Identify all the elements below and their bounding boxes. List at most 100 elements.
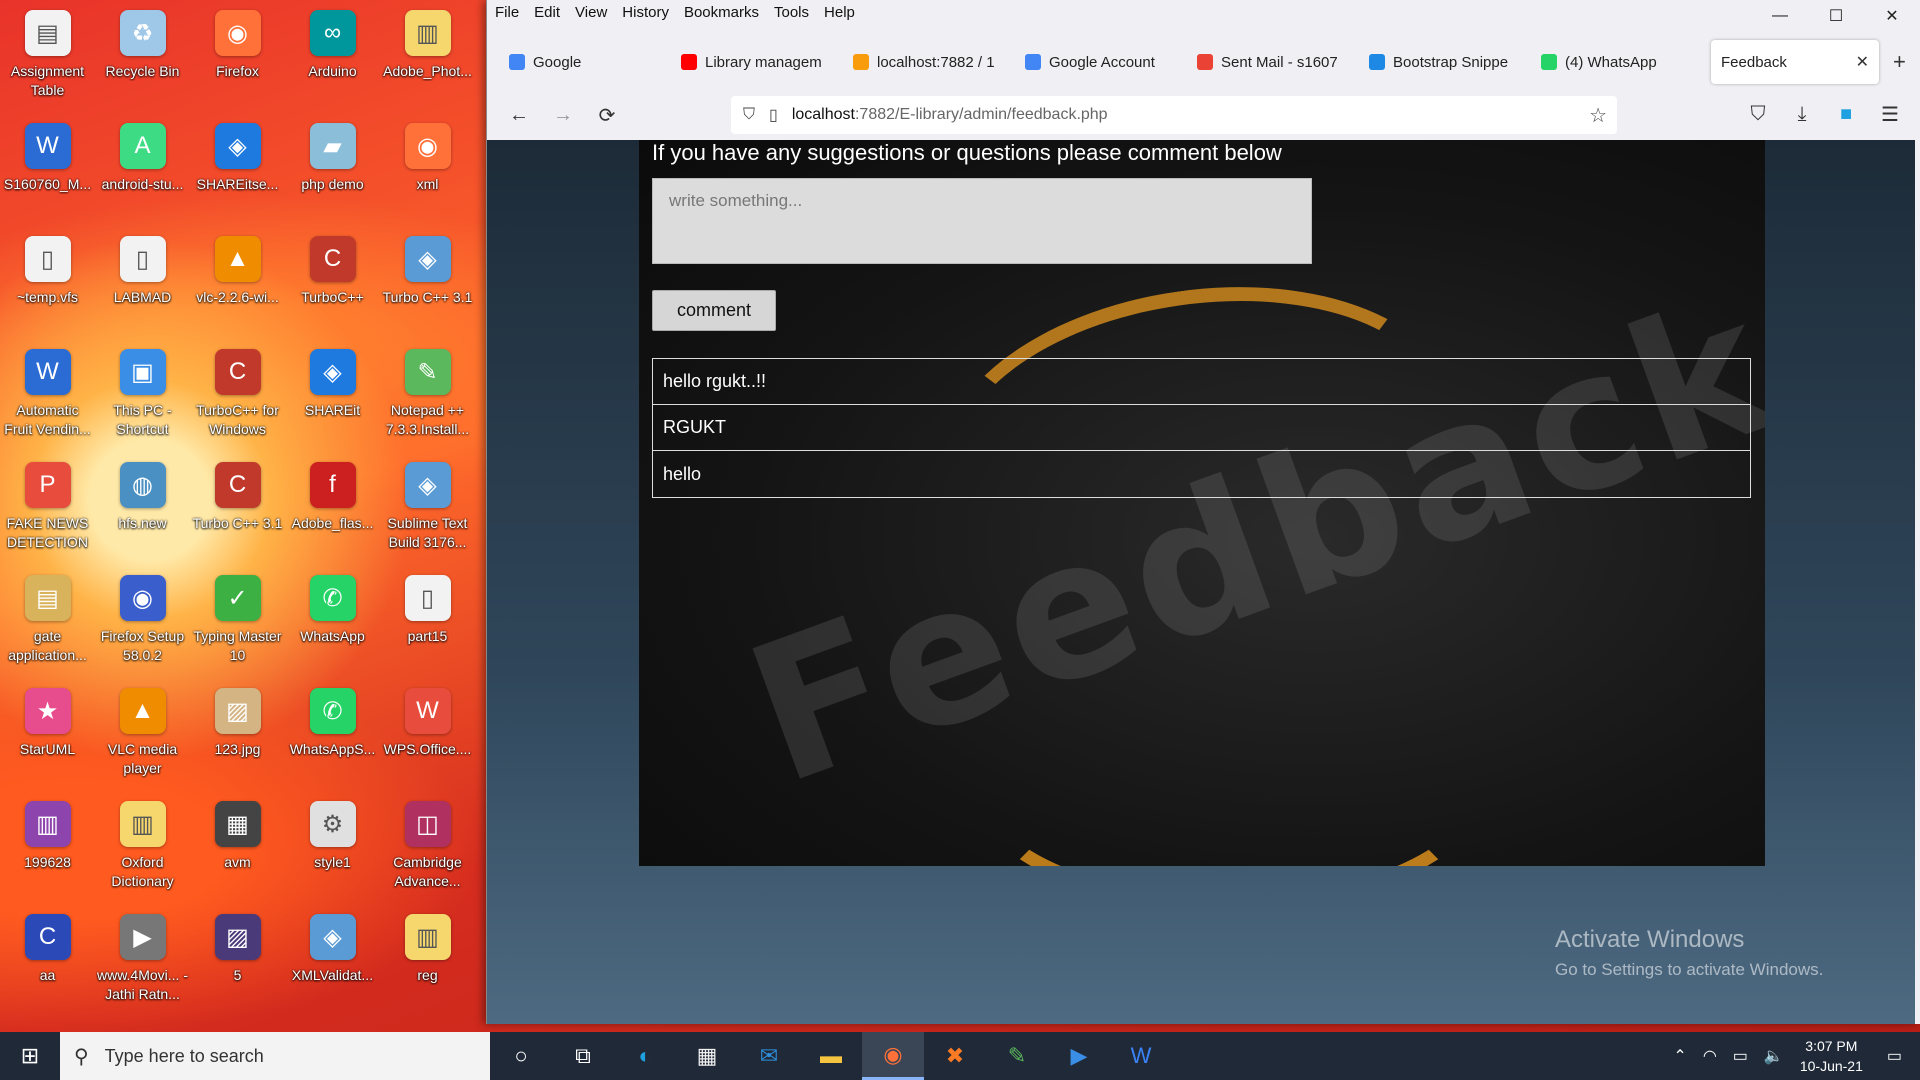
task-view-icon[interactable]: ⧉	[552, 1032, 614, 1080]
desktop-icon[interactable]: ◫ Cambridge Advance...	[380, 795, 475, 908]
volume-icon[interactable]: 🔈	[1764, 1046, 1784, 1066]
back-button[interactable]: ←	[497, 97, 541, 133]
menu-file[interactable]: File	[495, 4, 519, 21]
desktop-icon[interactable]: C TurboC++	[285, 230, 380, 343]
browser-tab[interactable]: localhost:7882 / 1	[843, 40, 1015, 84]
cortana-icon[interactable]: ○	[490, 1032, 552, 1080]
close-window-button[interactable]: ✕	[1864, 0, 1920, 32]
edge-icon[interactable]: ◐	[614, 1032, 676, 1080]
minimize-button[interactable]: —	[1752, 0, 1808, 32]
desktop-icon[interactable]: ◈ SHAREit	[285, 343, 380, 456]
address-bar[interactable]: ⛉ ▯ localhost :7882/E-library/admin/feed…	[731, 96, 1617, 134]
browser-tab[interactable]: Sent Mail - s1607	[1187, 40, 1359, 84]
desktop-icon[interactable]: ▨ 123.jpg	[190, 682, 285, 795]
desktop-icon[interactable]: ◉ xml	[380, 117, 475, 230]
downloads-icon[interactable]: ⤓	[1780, 96, 1824, 132]
wps-writer-icon[interactable]: W	[1110, 1032, 1172, 1080]
new-tab-button[interactable]: +	[1893, 49, 1906, 75]
comment-input[interactable]	[652, 178, 1312, 264]
firefox-icon[interactable]: ◉	[862, 1032, 924, 1080]
store-icon[interactable]: ▦	[676, 1032, 738, 1080]
media-player-icon[interactable]: ▶	[1048, 1032, 1110, 1080]
browser-tab[interactable]: Library managem	[671, 40, 843, 84]
desktop-icon[interactable]: W S160760_M...	[0, 117, 95, 230]
clock[interactable]: 3:07 PM 10-Jun-21	[1800, 1036, 1863, 1076]
browser-tab[interactable]: Bootstrap Snippe	[1359, 40, 1531, 84]
desktop-icon[interactable]: P FAKE NEWS DETECTION	[0, 456, 95, 569]
wifi-icon[interactable]: ◠	[1703, 1046, 1717, 1066]
desktop-icon[interactable]: ▯ LABMAD	[95, 230, 190, 343]
browser-tab[interactable]: Google Account	[1015, 40, 1187, 84]
desktop-icon[interactable]: ∞ Arduino	[285, 4, 380, 117]
comment-button[interactable]: comment	[652, 290, 776, 331]
notification-center-icon[interactable]: ▭	[1887, 1046, 1902, 1066]
desktop-icon[interactable]: ◈ Turbo C++ 3.1	[380, 230, 475, 343]
desktop-icon[interactable]: ◉ Firefox Setup 58.0.2	[95, 569, 190, 682]
menu-history[interactable]: History	[622, 4, 669, 21]
desktop-icon[interactable]: ⚙ style1	[285, 795, 380, 908]
mail-icon[interactable]: ✉	[738, 1032, 800, 1080]
desktop-icon[interactable]: ★ StarUML	[0, 682, 95, 795]
desktop-icon[interactable]: ✆ WhatsApp	[285, 569, 380, 682]
active-tab-feedback[interactable]: Feedback ✕	[1711, 40, 1879, 84]
bookmark-star-icon[interactable]: ☆	[1589, 103, 1607, 128]
maximize-button[interactable]: ☐	[1808, 0, 1864, 32]
desktop-icon[interactable]: ▨ 5	[190, 908, 285, 1021]
desktop-icon[interactable]: ▶ www.4Movi... - Jathi Ratn...	[95, 908, 190, 1021]
desktop-icon[interactable]: ▯ ~temp.vfs	[0, 230, 95, 343]
desktop-icon[interactable]: ▲ VLC media player	[95, 682, 190, 795]
desktop-icon[interactable]: ◈ XMLValidat...	[285, 908, 380, 1021]
menu-view[interactable]: View	[575, 4, 607, 21]
desktop-icon[interactable]: C TurboC++ for Windows	[190, 343, 285, 456]
menu-edit[interactable]: Edit	[534, 4, 560, 21]
desktop-icon[interactable]: ▯ part15	[380, 569, 475, 682]
desktop-icon[interactable]: ◈ SHAREitse...	[190, 117, 285, 230]
close-tab-icon[interactable]: ✕	[1844, 52, 1869, 72]
browser-tab[interactable]: Google	[499, 40, 671, 84]
desktop-icon[interactable]: ◉ Firefox	[190, 4, 285, 117]
desktop-icon[interactable]: ▥ reg	[380, 908, 475, 1021]
desktop-icon-label: LABMAD	[113, 289, 172, 305]
taskbar-search[interactable]: ⚲ Type here to search	[60, 1032, 490, 1080]
page-info-icon[interactable]: ▯	[769, 105, 778, 125]
show-hidden-icons-chevron-icon[interactable]: ⌃	[1673, 1046, 1686, 1066]
desktop-icon-label: This PC - Shortcut	[113, 402, 172, 437]
reload-button[interactable]: ⟳	[585, 97, 629, 133]
desktop-icon[interactable]: ▤ Assignment Table	[0, 4, 95, 117]
menu-help[interactable]: Help	[824, 4, 855, 21]
desktop-icon[interactable]: C Turbo C++ 3.1	[190, 456, 285, 569]
forward-button[interactable]: →	[541, 97, 585, 133]
desktop-icon[interactable]: Caa	[0, 908, 95, 1021]
desktop-icon[interactable]: ◈ Sublime Text Build 3176...	[380, 456, 475, 569]
desktop-icon[interactable]: ▥ Adobe_Phot...	[380, 4, 475, 117]
desktop-icon[interactable]: ✓ Typing Master 10	[190, 569, 285, 682]
desktop-icon[interactable]: ♻ Recycle Bin	[95, 4, 190, 117]
desktop-icon[interactable]: ▥ 199628	[0, 795, 95, 908]
desktop-icon[interactable]: ▣ This PC - Shortcut	[95, 343, 190, 456]
hamburger-menu-icon[interactable]: ☰	[1868, 96, 1912, 132]
pocket-icon[interactable]: ⛉	[1736, 96, 1780, 132]
desktop-icon[interactable]: ✆ WhatsAppS...	[285, 682, 380, 795]
desktop-icon[interactable]: ▲ vlc-2.2.6-wi...	[190, 230, 285, 343]
desktop-icon[interactable]: ▦ avm	[190, 795, 285, 908]
desktop-icon[interactable]: ▤ gate application...	[0, 569, 95, 682]
desktop-icon[interactable]: f Adobe_flas...	[285, 456, 380, 569]
start-button[interactable]: ⊞	[0, 1032, 60, 1080]
desktop-icon[interactable]: W Automatic Fruit Vendin...	[0, 343, 95, 456]
desktop-icon[interactable]: ◍ hfs.new	[95, 456, 190, 569]
extension-icon[interactable]: ■	[1824, 96, 1868, 132]
desktop-icon[interactable]: ✎ Notepad ++ 7.3.3.Install...	[380, 343, 475, 456]
notepad-plus-icon[interactable]: ✎	[986, 1032, 1048, 1080]
browser-tab[interactable]: (4) WhatsApp	[1531, 40, 1703, 84]
xampp-icon[interactable]: ✖	[924, 1032, 986, 1080]
desktop-icon[interactable]: Aandroid-stu...	[95, 117, 190, 230]
tab-label: Sent Mail - s1607	[1221, 53, 1338, 71]
menu-tools[interactable]: Tools	[774, 4, 809, 21]
tracking-protection-shield-icon[interactable]: ⛉	[743, 106, 755, 124]
file-explorer-icon[interactable]: ▬	[800, 1032, 862, 1080]
desktop-icon[interactable]: ▰ php demo	[285, 117, 380, 230]
menu-bookmarks[interactable]: Bookmarks	[684, 4, 759, 21]
desktop-icon[interactable]: ▥ Oxford Dictionary	[95, 795, 190, 908]
desktop-icon[interactable]: W WPS.Office....	[380, 682, 475, 795]
battery-icon[interactable]: ▭	[1733, 1046, 1748, 1066]
